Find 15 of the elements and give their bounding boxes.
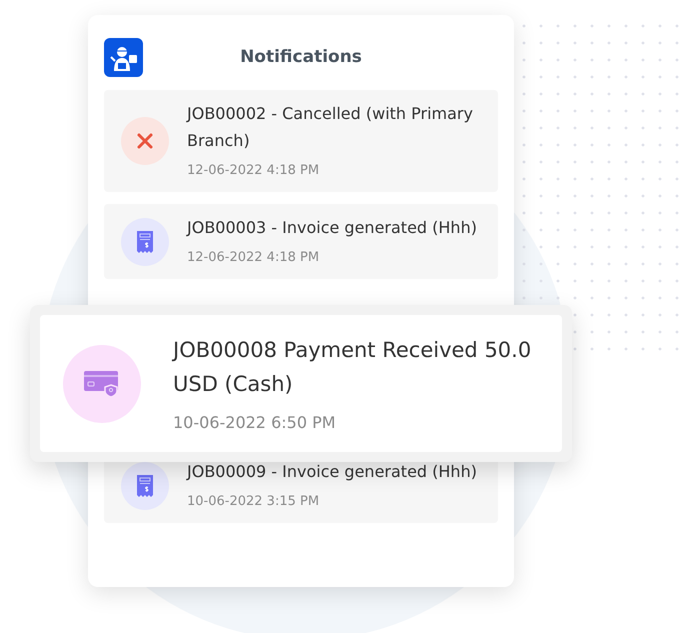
notification-time: 12-06-2022 4:18 PM	[187, 249, 320, 267]
app-logo	[104, 38, 143, 77]
receipt-icon	[121, 218, 169, 266]
notification-title: JOB00009 - Invoice generated (Hhh)	[187, 461, 477, 483]
notification-card[interactable]: JOB00003 - Invoice generated (Hhh) 12-06-2022 4:18 PM	[104, 204, 498, 279]
notification-title: JOB00003 - Invoice generated (Hhh)	[187, 217, 477, 239]
payment-title: JOB00008 Payment Received 50.0 USD (Cash)	[173, 336, 532, 398]
payment-time: 10-06-2022 6:50 PM	[173, 412, 337, 434]
notification-title: JOB00002 - Cancelled (with Primary Branch)	[187, 103, 474, 152]
cancel-icon	[121, 117, 169, 165]
payment-notification-card[interactable]: JOB00008 Payment Received 50.0 USD (Cash) 10-06-2022 6:50 PM	[40, 315, 562, 452]
notification-time: 12-06-2022 4:18 PM	[187, 162, 320, 180]
panel-title: Notifications	[239, 46, 363, 69]
notification-card[interactable]: JOB00002 - Cancelled (with Primary Branch) 12-06-2022 4:18 PM	[104, 90, 498, 192]
notification-time: 10-06-2022 3:15 PM	[187, 493, 320, 511]
